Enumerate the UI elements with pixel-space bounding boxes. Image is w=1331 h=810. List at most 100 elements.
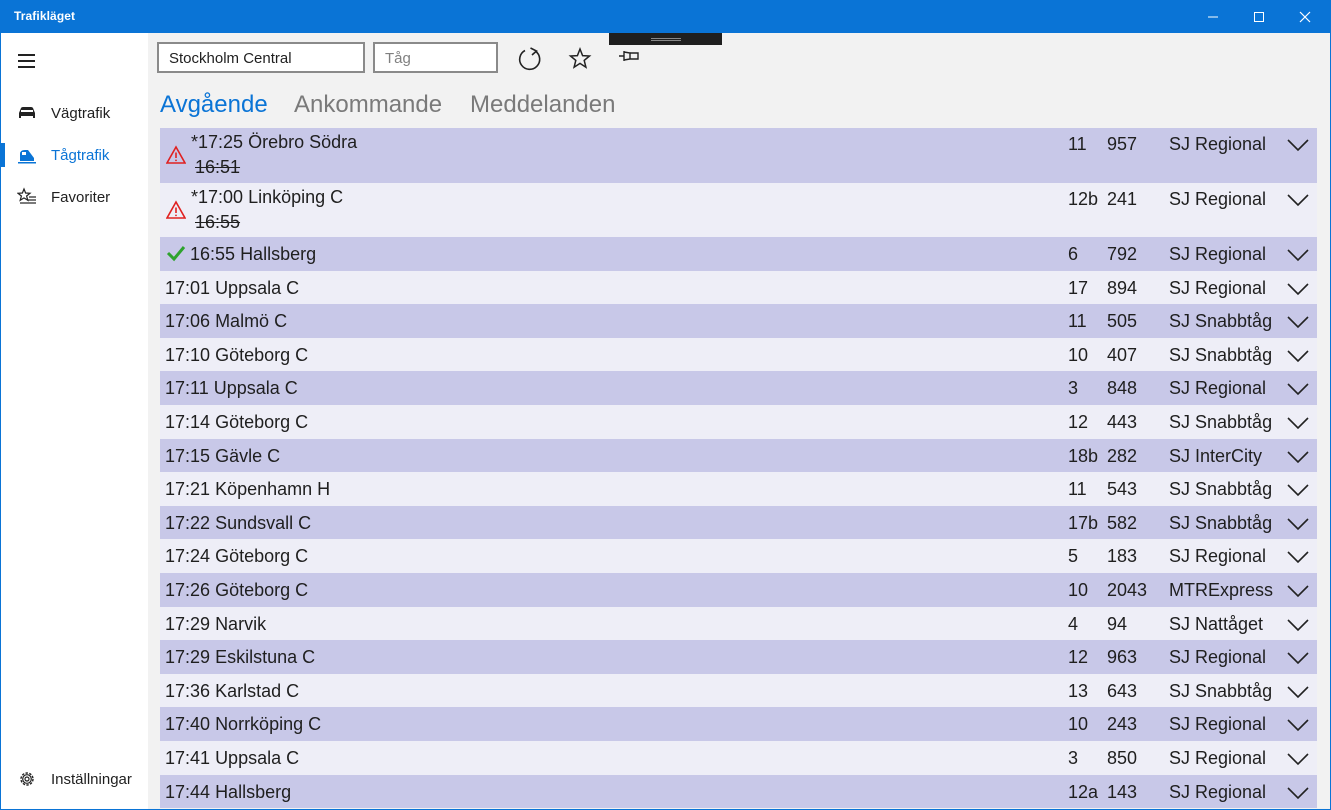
maximize-button[interactable]	[1236, 0, 1282, 33]
train-number: 443	[1107, 411, 1138, 432]
nav-item-favoriter[interactable]: Favoriter	[1, 177, 148, 217]
chevron-down-icon[interactable]	[1287, 618, 1309, 632]
train-number: 2043	[1107, 579, 1148, 600]
train-number: 243	[1107, 714, 1138, 735]
star-icon[interactable]	[566, 45, 594, 73]
chevron-down-icon[interactable]	[1287, 517, 1309, 531]
hamburger-menu-button[interactable]	[17, 51, 39, 71]
station-search-input[interactable]: Stockholm Central	[157, 42, 365, 73]
departure-destination: Göteborg C	[215, 546, 309, 567]
chevron-down-icon[interactable]	[1287, 315, 1309, 329]
chevron-down-icon[interactable]	[1287, 584, 1309, 598]
train-operator: SJ InterCity	[1169, 445, 1263, 466]
close-button[interactable]	[1282, 0, 1328, 33]
chevron-down-icon[interactable]	[1287, 786, 1309, 800]
departure-row[interactable]: 17:26 Göteborg C 10 2043 MTRExpress	[160, 572, 1317, 607]
departure-time: 17:14	[165, 411, 211, 432]
track-number: 10	[1068, 344, 1089, 365]
track-number: 12a	[1068, 781, 1099, 802]
chevron-down-icon[interactable]	[1287, 752, 1309, 766]
departure-row[interactable]: 17:29 Narvik 4 94 SJ Nattåget	[160, 606, 1317, 641]
departure-row[interactable]: *17:25 Örebro Södra 16:51 11 957 SJ Regional	[160, 128, 1317, 183]
chevron-down-icon[interactable]	[1287, 483, 1309, 497]
favorites-list-icon	[17, 187, 36, 204]
departure-time: 17:10	[165, 344, 211, 365]
tab-ankommande[interactable]: Ankommande	[294, 91, 442, 119]
track-number: 11	[1068, 134, 1087, 154]
departure-row[interactable]: *17:00 Linköping C 16:55 12b 241 SJ Regional	[160, 182, 1317, 237]
minimize-button[interactable]	[1190, 0, 1236, 33]
train-number: 643	[1107, 680, 1138, 701]
chevron-down-icon[interactable]	[1287, 718, 1309, 732]
departure-row[interactable]: 17:06 Malmö C 11 505 SJ Snabbtåg	[160, 304, 1317, 338]
train-number: 505	[1107, 311, 1138, 332]
departure-row[interactable]: 17:36 Karlstad C 13 643 SJ Snabbtåg	[160, 673, 1317, 708]
chevron-down-icon[interactable]	[1287, 193, 1309, 207]
departure-row[interactable]: 17:24 Göteborg C 5 183 SJ Regional	[160, 539, 1317, 573]
departure-time: 17:44	[165, 781, 211, 802]
chevron-down-icon[interactable]	[1287, 651, 1309, 665]
departure-row[interactable]: 16:55 Hallsberg 6 792 SJ Regional	[160, 237, 1317, 271]
chevron-down-icon[interactable]	[1287, 685, 1309, 699]
pin-icon[interactable]	[616, 43, 644, 71]
chevron-down-icon[interactable]	[1287, 282, 1309, 296]
train-operator: SJ Regional	[1169, 277, 1267, 298]
tab-meddelanden[interactable]: Meddelanden	[470, 91, 615, 119]
departure-time-destination: 17:26 Göteborg C	[165, 580, 308, 601]
minimize-icon	[1208, 16, 1218, 17]
chevron-down-icon[interactable]	[1287, 416, 1309, 430]
chevron-down-icon[interactable]	[1287, 138, 1309, 152]
nav-item-tagtrafik[interactable]: Tågtrafik	[1, 135, 148, 175]
train-number: 183	[1107, 546, 1138, 567]
departure-row[interactable]: 17:11 Uppsala C 3 848 SJ Regional	[160, 371, 1317, 405]
departure-time-destination: 17:40 Norrköping C	[165, 714, 321, 735]
departure-row[interactable]: 17:29 Eskilstuna C 12 963 SJ Regional	[160, 640, 1317, 674]
refresh-icon[interactable]	[516, 45, 544, 73]
chevron-down-icon[interactable]	[1287, 450, 1309, 464]
departure-time: 17:22	[165, 512, 211, 533]
chevron-down-icon[interactable]	[1287, 349, 1309, 363]
original-time: 16:55	[195, 211, 241, 232]
chevron-down-icon[interactable]	[1287, 382, 1309, 396]
chevron-down-icon[interactable]	[1287, 550, 1309, 564]
departure-row[interactable]: 17:10 Göteborg C 10 407 SJ Snabbtåg	[160, 337, 1317, 372]
track-number: 11	[1068, 479, 1087, 500]
departure-destination: Narvik	[215, 613, 267, 634]
departure-time-destination: 17:44 Hallsberg	[165, 782, 291, 803]
track-number: 6	[1068, 244, 1079, 264]
nav-item-vagtrafik[interactable]: Vägtrafik	[1, 93, 148, 133]
departure-destination: Uppsala C	[215, 277, 300, 298]
train-number: 282	[1107, 445, 1138, 466]
train-number: 241	[1107, 188, 1138, 209]
train-operator: SJ Regional	[1169, 378, 1267, 399]
departure-row[interactable]: 17:44 Hallsberg 12a 143 SJ Regional	[160, 774, 1317, 809]
departure-row[interactable]: 17:40 Norrköping C 10 243 SJ Regional	[160, 707, 1317, 741]
track-number: 3	[1068, 378, 1079, 399]
departure-row[interactable]: 17:01 Uppsala C 17 894 SJ Regional	[160, 270, 1317, 305]
train-search-input[interactable]: Tåg	[373, 42, 498, 73]
departure-row[interactable]: 17:15 Gävle C 18b 282 SJ InterCity	[160, 438, 1317, 473]
checkmark-icon	[166, 246, 186, 262]
nav-item-settings[interactable]: Inställningar	[1, 759, 148, 799]
chevron-down-icon[interactable]	[1287, 248, 1309, 262]
departure-row[interactable]: 17:41 Uppsala C 3 850 SJ Regional	[160, 740, 1317, 775]
train-number: 848	[1107, 378, 1138, 399]
departure-destination: Norrköping C	[215, 714, 322, 735]
train-operator: SJ Snabbtåg	[1169, 411, 1273, 432]
drag-handle[interactable]	[609, 33, 722, 45]
train-operator: SJ Snabbtåg	[1169, 680, 1273, 701]
tab-avgaende[interactable]: Avgående	[160, 91, 268, 119]
track-number: 17b	[1068, 512, 1099, 533]
departure-row[interactable]: 17:21 Köpenhamn H 11 543 SJ Snabbtåg	[160, 472, 1317, 506]
departure-time: 17:40	[165, 714, 211, 735]
selection-indicator	[1, 143, 5, 167]
track-number: 10	[1068, 579, 1089, 600]
departure-time-destination: 17:14 Göteborg C	[165, 412, 308, 433]
track-number: 5	[1068, 546, 1079, 567]
train-number: 850	[1107, 747, 1138, 768]
departure-row[interactable]: 17:22 Sundsvall C 17b 582 SJ Snabbtåg	[160, 505, 1317, 540]
departure-time-destination: 17:11 Uppsala C	[165, 378, 298, 399]
train-operator: SJ Snabbtåg	[1169, 344, 1273, 365]
nav-label: Inställningar	[51, 771, 132, 788]
departure-row[interactable]: 17:14 Göteborg C 12 443 SJ Snabbtåg	[160, 404, 1317, 439]
